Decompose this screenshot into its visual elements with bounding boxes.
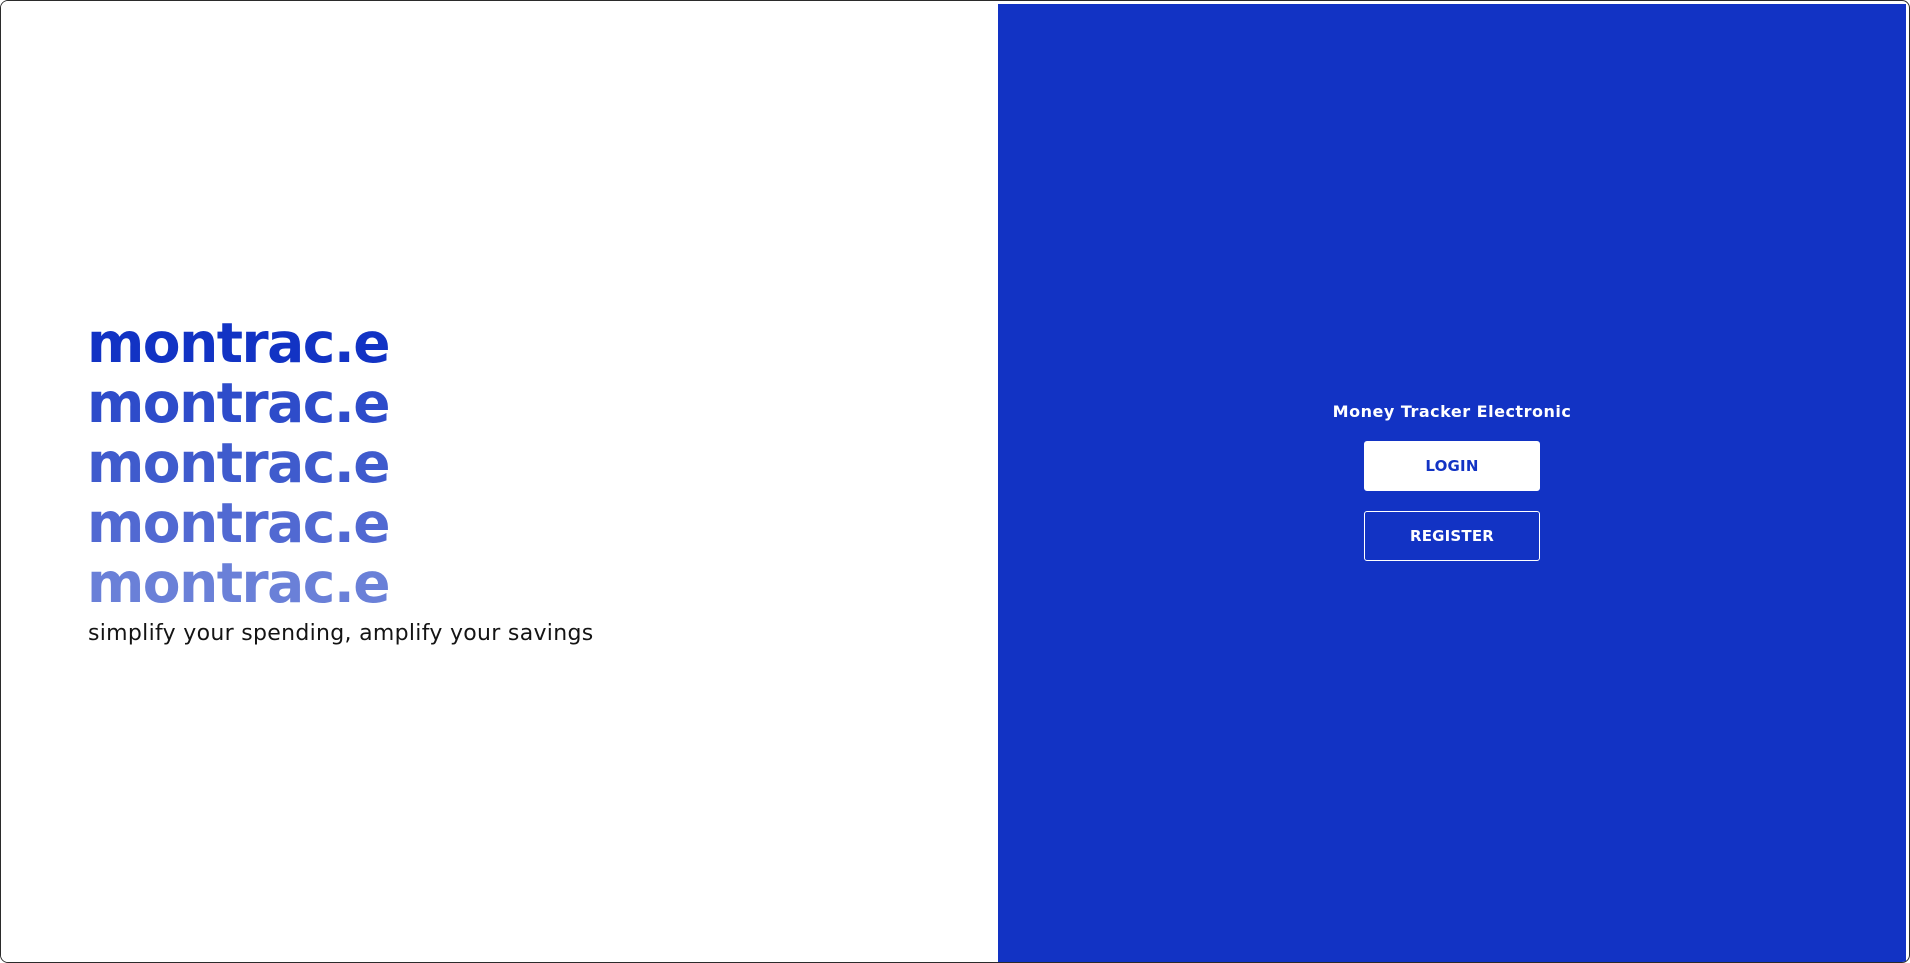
login-button[interactable]: LOGIN	[1364, 441, 1540, 491]
wordmark-stack: montrac.e montrac.e montrac.e montrac.e …	[87, 313, 547, 613]
tagline: simplify your spending, amplify your sav…	[88, 621, 594, 646]
app-window: montrac.e montrac.e montrac.e montrac.e …	[0, 0, 1910, 963]
wordmark-line-5: montrac.e	[87, 551, 391, 615]
wordmark-line-2: montrac.e	[87, 371, 391, 435]
auth-box: Money Tracker Electronic LOGIN REGISTER	[998, 402, 1906, 561]
wordmark-line-1: montrac.e	[87, 311, 391, 375]
auth-title: Money Tracker Electronic	[1332, 402, 1572, 421]
register-button[interactable]: REGISTER	[1364, 511, 1540, 561]
wordmark-line-4: montrac.e	[87, 491, 391, 555]
wordmark-line-3: montrac.e	[87, 431, 391, 495]
brand-panel: montrac.e montrac.e montrac.e montrac.e …	[1, 1, 998, 962]
auth-panel: Money Tracker Electronic LOGIN REGISTER	[998, 4, 1906, 962]
